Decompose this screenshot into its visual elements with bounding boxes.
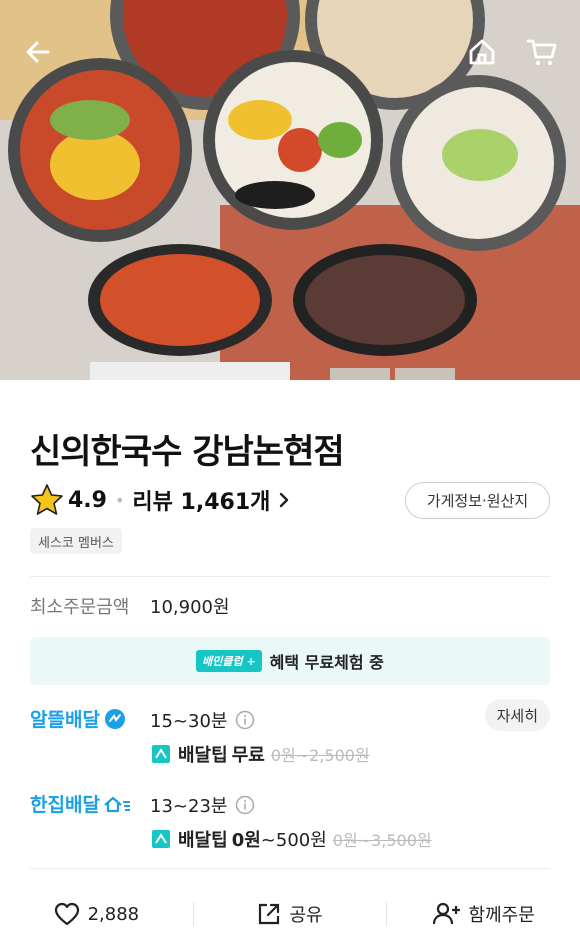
add-person-icon bbox=[432, 902, 460, 925]
separator-dot: • bbox=[114, 490, 125, 510]
store-name: 신의한국수 강남논현점 bbox=[30, 432, 345, 472]
info-icon[interactable] bbox=[235, 795, 255, 815]
rating-row: 4.9 • 리뷰 1,461개 bbox=[30, 482, 290, 518]
min-order-label: 최소주문금액 bbox=[30, 597, 130, 618]
tip-value: 0원 bbox=[231, 830, 261, 851]
cart-button[interactable] bbox=[524, 34, 560, 70]
min-order-row: 최소주문금액 10,900원 bbox=[30, 593, 230, 619]
cart-icon bbox=[526, 39, 557, 66]
single-delivery-label: 한집배달 bbox=[30, 794, 100, 816]
info-icon[interactable] bbox=[235, 710, 255, 730]
economy-time-text: 15~30분 bbox=[150, 711, 228, 732]
store-hero-image bbox=[0, 0, 580, 380]
single-delivery-time: 13~23분 bbox=[150, 792, 255, 818]
economy-delivery-time: 15~30분 bbox=[150, 707, 255, 733]
home-button[interactable] bbox=[464, 34, 500, 70]
single-delivery-icon bbox=[104, 796, 130, 812]
delivery-tip-icon bbox=[152, 745, 170, 763]
review-link[interactable]: 리뷰 1,461개 bbox=[132, 484, 290, 516]
economy-delivery-icon bbox=[104, 708, 125, 729]
divider bbox=[30, 576, 550, 577]
promo-text: 혜택 무료체험 중 bbox=[269, 653, 384, 672]
single-delivery-name: 한집배달 bbox=[30, 790, 132, 817]
baemin-club-badge: 배민클럽 + bbox=[196, 650, 262, 672]
share-button[interactable]: 공유 bbox=[194, 901, 387, 927]
member-badge: 세스코 멤버스 bbox=[30, 528, 122, 554]
club-label: 배민클럽 bbox=[202, 655, 243, 668]
chevron-right-icon bbox=[280, 492, 289, 508]
back-button[interactable] bbox=[20, 34, 56, 70]
detail-button[interactable]: 자세히 bbox=[484, 699, 550, 731]
divider bbox=[30, 868, 550, 869]
store-info-button[interactable]: 가게정보·원산지 bbox=[405, 482, 550, 519]
economy-delivery-label: 알뜰배달 bbox=[30, 709, 100, 731]
group-order-label: 함께주문 bbox=[468, 905, 535, 926]
tip-label: 배달팁 bbox=[178, 745, 228, 766]
review-count: 리뷰 1,461개 bbox=[132, 490, 271, 515]
rating-value: 4.9 bbox=[68, 487, 107, 513]
back-arrow-icon bbox=[26, 41, 50, 63]
single-delivery-tip: 배달팁 0원 ~500원 0원~3,500원 bbox=[152, 826, 432, 852]
action-bar: 2,888 공유 함께주문 bbox=[0, 890, 580, 938]
tip-value: 무료 bbox=[231, 745, 265, 766]
share-icon bbox=[259, 903, 280, 925]
star-icon bbox=[31, 484, 63, 515]
tip-label: 배달팁 bbox=[178, 830, 228, 851]
like-count: 2,888 bbox=[87, 903, 140, 925]
heart-icon bbox=[54, 902, 79, 926]
economy-delivery-name: 알뜰배달 bbox=[30, 705, 126, 732]
economy-delivery-tip: 배달팁 무료 0원~2,500원 bbox=[152, 741, 370, 767]
tip-original-price: 0원~2,500원 bbox=[270, 746, 370, 765]
share-label: 공유 bbox=[289, 905, 323, 926]
baemin-club-banner[interactable]: 배민클럽 + 혜택 무료체험 중 bbox=[30, 637, 550, 685]
min-order-value: 10,900원 bbox=[150, 597, 230, 618]
group-order-button[interactable]: 함께주문 bbox=[387, 901, 580, 927]
home-icon bbox=[469, 39, 495, 65]
like-button[interactable]: 2,888 bbox=[0, 902, 193, 926]
tip-range: ~500원 bbox=[260, 830, 327, 851]
tip-original-price: 0원~3,500원 bbox=[332, 831, 432, 850]
delivery-tip-icon bbox=[152, 830, 170, 848]
single-time-text: 13~23분 bbox=[150, 796, 228, 817]
